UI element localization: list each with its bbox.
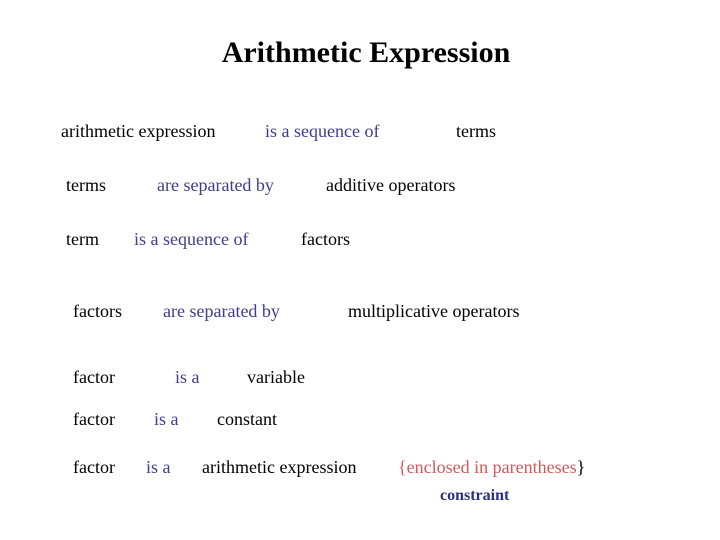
rule-relation: is a sequence of xyxy=(265,121,380,141)
rule-subject: factors xyxy=(73,301,122,321)
rule-object: arithmetic expression xyxy=(202,457,357,477)
rule-object: variable xyxy=(247,367,305,387)
rule-relation: are separated by xyxy=(163,301,280,321)
rule-object: constant xyxy=(217,409,277,429)
rule-relation: is a sequence of xyxy=(134,229,249,249)
rule-relation: is a xyxy=(154,409,179,429)
rule-subject: factor xyxy=(73,367,115,387)
rule-object: multiplicative operators xyxy=(348,301,520,321)
rule-relation: is a xyxy=(146,457,171,477)
rule-object: terms xyxy=(456,121,496,141)
constraint-close-brace: } xyxy=(576,457,586,477)
rule-relation: are separated by xyxy=(157,175,274,195)
rule-relation: is a xyxy=(175,367,200,387)
constraint-text: enclosed in parentheses xyxy=(406,457,577,477)
rule-subject: factor xyxy=(73,457,115,477)
rule-object: factors xyxy=(301,229,350,249)
constraint-open-brace: { xyxy=(398,457,407,477)
rule-subject: terms xyxy=(66,175,106,195)
page-title: Arithmetic Expression xyxy=(221,36,511,69)
rule-object: additive operators xyxy=(326,175,456,195)
rule-subject: arithmetic expression xyxy=(61,121,216,141)
rule-subject: factor xyxy=(73,409,115,429)
constraint-annotation: {enclosed in parentheses} xyxy=(398,458,585,476)
constraint-label: constraint xyxy=(440,487,510,504)
rule-subject: term xyxy=(66,229,99,249)
